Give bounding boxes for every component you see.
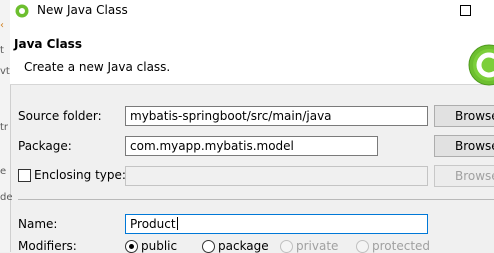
new-class-icon bbox=[468, 44, 494, 86]
text-caret bbox=[176, 217, 178, 230]
modifier-package-label: package bbox=[218, 239, 269, 253]
source-folder-label: Source folder: bbox=[18, 109, 102, 123]
modifier-public-radio[interactable] bbox=[125, 240, 138, 253]
name-label: Name: bbox=[18, 217, 58, 231]
source-folder-field[interactable]: mybatis-springboot/src/main/java bbox=[125, 106, 428, 126]
banner-title: Java Class bbox=[14, 37, 82, 51]
background-fragment: de bbox=[0, 192, 13, 203]
background-fragment: vt bbox=[0, 66, 10, 77]
modifiers-label: Modifiers: bbox=[18, 239, 77, 253]
name-field-value: Product bbox=[130, 217, 176, 231]
enclosing-type-checkbox[interactable] bbox=[18, 169, 31, 182]
modifier-protected-label: protected bbox=[372, 239, 431, 253]
modifier-private-radio[interactable] bbox=[280, 240, 293, 253]
maximize-icon[interactable] bbox=[460, 5, 471, 16]
enclosing-type-browse-button[interactable]: Browse... bbox=[434, 165, 494, 187]
background-fragment: ‹ bbox=[0, 20, 4, 31]
eclipse-app-icon bbox=[15, 4, 29, 18]
package-label: Package: bbox=[18, 139, 72, 153]
modifier-package-radio[interactable] bbox=[202, 240, 215, 253]
modifier-public-label: public bbox=[141, 239, 178, 253]
background-fragment: e bbox=[0, 166, 7, 177]
background-fragment: tr bbox=[0, 122, 9, 133]
enclosing-type-field[interactable] bbox=[125, 166, 428, 186]
window-title: New Java Class bbox=[37, 3, 128, 17]
background-fragment: t bbox=[0, 45, 4, 56]
package-browse-button[interactable]: Browse... bbox=[434, 135, 494, 157]
name-field[interactable]: Product bbox=[125, 214, 428, 234]
enclosing-type-label: Enclosing type: bbox=[34, 168, 126, 182]
wizard-banner: Java Class Create a new Java class. bbox=[10, 22, 494, 86]
package-field[interactable]: com.myapp.mybatis.model bbox=[125, 136, 378, 156]
modifier-private-label: private bbox=[296, 239, 339, 253]
title-bar[interactable]: New Java Class bbox=[10, 0, 494, 22]
banner-message: Create a new Java class. bbox=[24, 60, 171, 74]
source-folder-browse-button[interactable]: Browse... bbox=[434, 105, 494, 127]
modifier-protected-radio[interactable] bbox=[356, 240, 369, 253]
form-separator bbox=[18, 199, 494, 200]
